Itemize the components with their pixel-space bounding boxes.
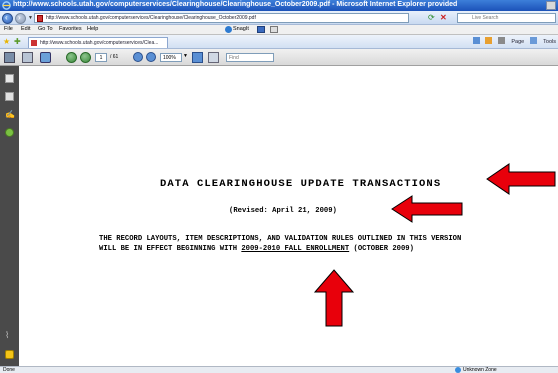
tools-menu[interactable]: Tools <box>543 39 556 45</box>
menu-edit[interactable]: Edit <box>21 26 30 32</box>
menu-help[interactable]: Help <box>87 26 98 32</box>
next-page-button[interactable] <box>80 52 91 63</box>
document-effective-line-2: WILL BE IN EFFECT BEGINNING WITH 2009-20… <box>99 245 414 253</box>
security-zone-text: Unknown Zone <box>463 367 497 373</box>
page-number-field[interactable]: 1 <box>95 53 107 62</box>
page-menu[interactable]: Page <box>511 39 524 45</box>
attachments-panel-icon[interactable] <box>5 128 14 137</box>
zoom-field[interactable]: 100% <box>160 53 182 62</box>
refresh-icon[interactable]: ⟳ <box>428 13 438 23</box>
pdf-page-icon <box>37 15 43 22</box>
tab-bar: ★ ✚ http://www.schools.utah.gov/computer… <box>0 35 558 49</box>
pdf-toolbar: 1 / 61 100% ▼ <box>0 49 558 66</box>
back-arrow-icon: ‹ <box>5 13 8 22</box>
window-title: http://www.schools.utah.gov/computerserv… <box>13 1 458 8</box>
zoom-dropdown-icon[interactable]: ▼ <box>183 53 188 59</box>
snagit-button[interactable]: SnagIt <box>233 26 249 32</box>
url-text[interactable]: http://www.schools.utah.gov/computerserv… <box>46 15 256 21</box>
internet-explorer-icon <box>2 1 11 10</box>
effective-suffix: (OCTOBER 2009) <box>349 245 414 253</box>
previous-page-button[interactable] <box>66 52 77 63</box>
menu-file[interactable]: File <box>4 26 13 32</box>
tools-icon[interactable] <box>530 37 538 44</box>
back-button[interactable]: ‹ <box>2 13 13 24</box>
page-total: / 61 <box>110 54 119 60</box>
window-title-bar: http://www.schools.utah.gov/computerserv… <box>0 0 558 11</box>
document-title: DATA CLEARINGHOUSE UPDATE TRANSACTIONS <box>160 178 442 190</box>
capture-icon[interactable] <box>257 26 265 33</box>
effective-prefix: WILL BE IN EFFECT BEGINNING WITH <box>99 245 242 253</box>
comments-panel-icon[interactable] <box>5 350 14 359</box>
menu-bar: File Edit Go To Favorites Help SnagIt <box>0 25 558 35</box>
signatures-panel-icon[interactable]: ✍ <box>5 110 15 119</box>
fit-page-button[interactable] <box>192 52 203 63</box>
add-favorites-icon[interactable]: ✚ <box>14 37 21 46</box>
fit-width-button[interactable] <box>208 52 219 63</box>
menu-go-to[interactable]: Go To <box>38 26 53 32</box>
snagit-icon[interactable] <box>225 26 232 33</box>
search-input[interactable] <box>458 14 555 22</box>
history-dropdown-icon[interactable]: ▼ <box>28 15 33 21</box>
document-revised-date: (Revised: April 21, 2009) <box>229 207 337 215</box>
email-icon[interactable] <box>40 52 51 63</box>
pdf-tab-icon <box>31 40 37 46</box>
tab-pdf[interactable]: http://www.schools.utah.gov/computerserv… <box>28 37 168 48</box>
internet-zone-icon <box>455 367 461 373</box>
forward-arrow-icon: › <box>18 13 21 22</box>
document-effective-line-1: THE RECORD LAYOUTS, ITEM DESCRIPTIONS, A… <box>99 235 462 243</box>
menu-favorites[interactable]: Favorites <box>59 26 82 32</box>
pdf-document-page <box>19 66 558 366</box>
pdf-navigation-panel: ✍ ⌇ <box>0 66 19 366</box>
url-field[interactable]: http://www.schools.utah.gov/computerserv… <box>34 13 409 23</box>
tab-label: http://www.schools.utah.gov/computerserv… <box>40 40 159 46</box>
window-close-button[interactable] <box>546 1 556 10</box>
find-box[interactable] <box>226 53 274 62</box>
red-arrow-enrollment <box>313 269 355 327</box>
save-icon[interactable] <box>4 52 15 63</box>
bookmarks-panel-icon[interactable] <box>5 92 14 101</box>
pages-panel-icon[interactable] <box>5 74 14 83</box>
feeds-icon[interactable] <box>485 37 493 44</box>
address-controls: ⟳ ✕ <box>414 13 454 23</box>
status-text: Done <box>3 367 15 373</box>
stop-icon[interactable]: ✕ <box>440 13 450 23</box>
status-bar: Done Unknown Zone <box>0 366 558 373</box>
address-bar: ‹ › ▼ http://www.schools.utah.gov/comput… <box>0 11 558 25</box>
command-bar: Page Tools <box>469 37 556 47</box>
forward-button[interactable]: › <box>15 13 26 24</box>
find-input[interactable] <box>227 54 273 62</box>
zoom-out-button[interactable] <box>133 52 143 62</box>
favorites-star-icon[interactable]: ★ <box>3 37 10 46</box>
print-pdf-icon[interactable] <box>22 52 33 63</box>
paperclip-icon[interactable]: ⌇ <box>5 330 14 340</box>
red-arrow-revised <box>391 195 463 223</box>
home-icon[interactable] <box>472 37 480 44</box>
print-icon[interactable] <box>498 37 506 44</box>
zoom-in-button[interactable] <box>146 52 156 62</box>
edit-icon[interactable] <box>270 26 278 33</box>
red-arrow-title <box>486 163 556 195</box>
effective-enrollment: 2009-2010 FALL ENROLLMENT <box>241 245 350 253</box>
search-box[interactable] <box>457 13 556 23</box>
